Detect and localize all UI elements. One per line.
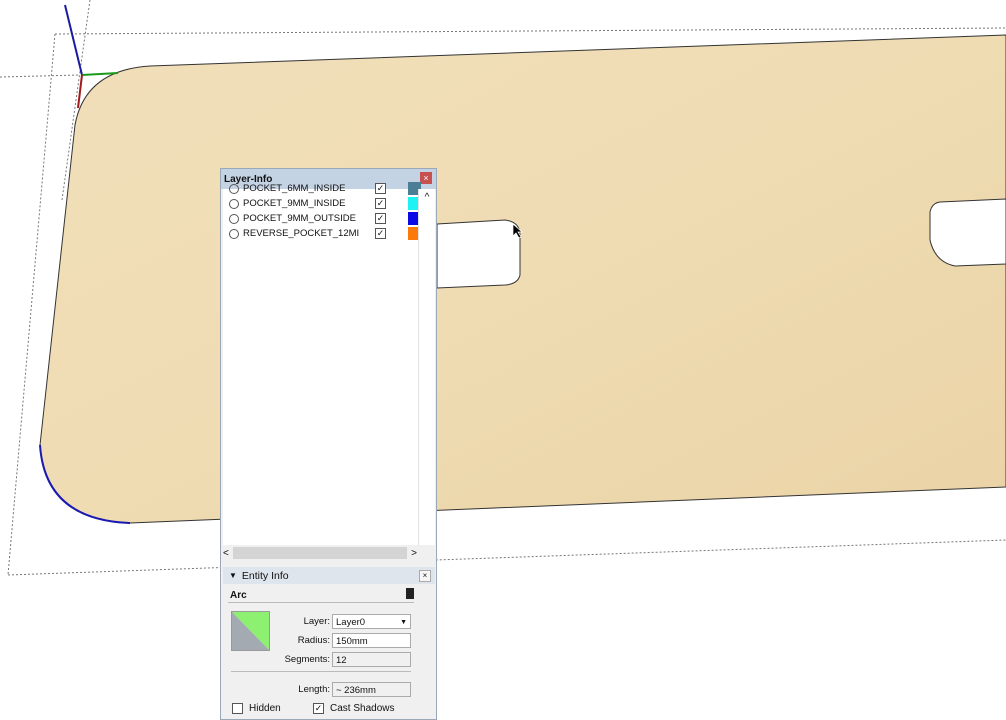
layer-row[interactable]: POCKET_6MM_INSIDE ✓: [229, 181, 429, 196]
layer-row[interactable]: REVERSE_POCKET_12MI ✓: [229, 226, 429, 241]
layer-row[interactable]: POCKET_9MM_OUTSIDE ✓: [229, 211, 429, 226]
layer-name: POCKET_6MM_INSIDE: [243, 183, 346, 194]
hidden-checkbox[interactable]: Hidden: [232, 703, 281, 714]
3d-viewport[interactable]: [0, 0, 1006, 720]
length-label: Length:: [298, 684, 330, 695]
active-layer-radio[interactable]: [229, 198, 239, 209]
visible-checkbox[interactable]: ✓: [375, 213, 386, 224]
close-icon[interactable]: ×: [419, 570, 431, 582]
active-layer-radio[interactable]: [229, 228, 239, 239]
cast-shadows-label: Cast Shadows: [330, 703, 395, 714]
radius-label: Radius:: [297, 635, 330, 646]
blue-axis: [64, 4, 83, 76]
scroll-right-icon[interactable]: >: [411, 548, 417, 559]
checkbox[interactable]: ✓: [313, 703, 324, 714]
visible-checkbox[interactable]: ✓: [375, 228, 386, 239]
vertical-scrollbar[interactable]: ^: [418, 189, 435, 545]
length-value: ~ 236mm: [332, 682, 411, 697]
active-layer-radio[interactable]: [229, 213, 239, 224]
divider: [228, 602, 414, 603]
visible-checkbox[interactable]: ✓: [375, 198, 386, 209]
visible-checkbox[interactable]: ✓: [375, 183, 386, 194]
segments-label: Segments:: [284, 654, 330, 665]
entity-info-header[interactable]: ▼ Entity Info ×: [223, 567, 435, 584]
layer-row[interactable]: POCKET_9MM_INSIDE ✓: [229, 196, 429, 211]
collapse-icon[interactable]: ▼: [229, 571, 237, 580]
segments-input[interactable]: 12: [332, 652, 411, 667]
chevron-down-icon[interactable]: ▼: [400, 615, 410, 628]
layer-label: Layer:: [303, 616, 330, 627]
plywood-board[interactable]: [39, 34, 1006, 524]
entity-type: Arc: [230, 590, 247, 601]
cutout-hole: [436, 219, 521, 289]
layer-name: REVERSE_POCKET_12MI: [243, 228, 360, 239]
layer-info-panel: Layer-Info × POCKET_6MM_INSIDE ✓ POCKET_9M…: [220, 168, 437, 720]
hidden-label: Hidden: [249, 703, 281, 714]
scroll-left-icon[interactable]: <: [223, 548, 229, 559]
layer-name: POCKET_9MM_INSIDE: [243, 198, 346, 209]
toggle-details-icon[interactable]: [406, 588, 414, 599]
entity-info-title: Entity Info: [241, 569, 289, 582]
divider: [231, 671, 411, 672]
cast-shadows-checkbox[interactable]: ✓ Cast Shadows: [313, 703, 394, 714]
horizontal-scrollbar[interactable]: < >: [223, 545, 417, 561]
active-layer-radio[interactable]: [229, 183, 239, 194]
checkbox[interactable]: [232, 703, 243, 714]
scroll-thumb[interactable]: [232, 547, 408, 559]
cutout-hole: [929, 198, 1006, 267]
layer-list: POCKET_6MM_INSIDE ✓ POCKET_9MM_INSIDE ✓ POCK…: [223, 182, 435, 545]
layer-name: POCKET_9MM_OUTSIDE: [243, 213, 356, 224]
scroll-up-icon[interactable]: ^: [419, 192, 435, 203]
radius-input[interactable]: 150mm: [332, 633, 411, 648]
layer-select[interactable]: Layer0 ▼: [332, 614, 411, 629]
layer-value: Layer0: [336, 617, 366, 628]
